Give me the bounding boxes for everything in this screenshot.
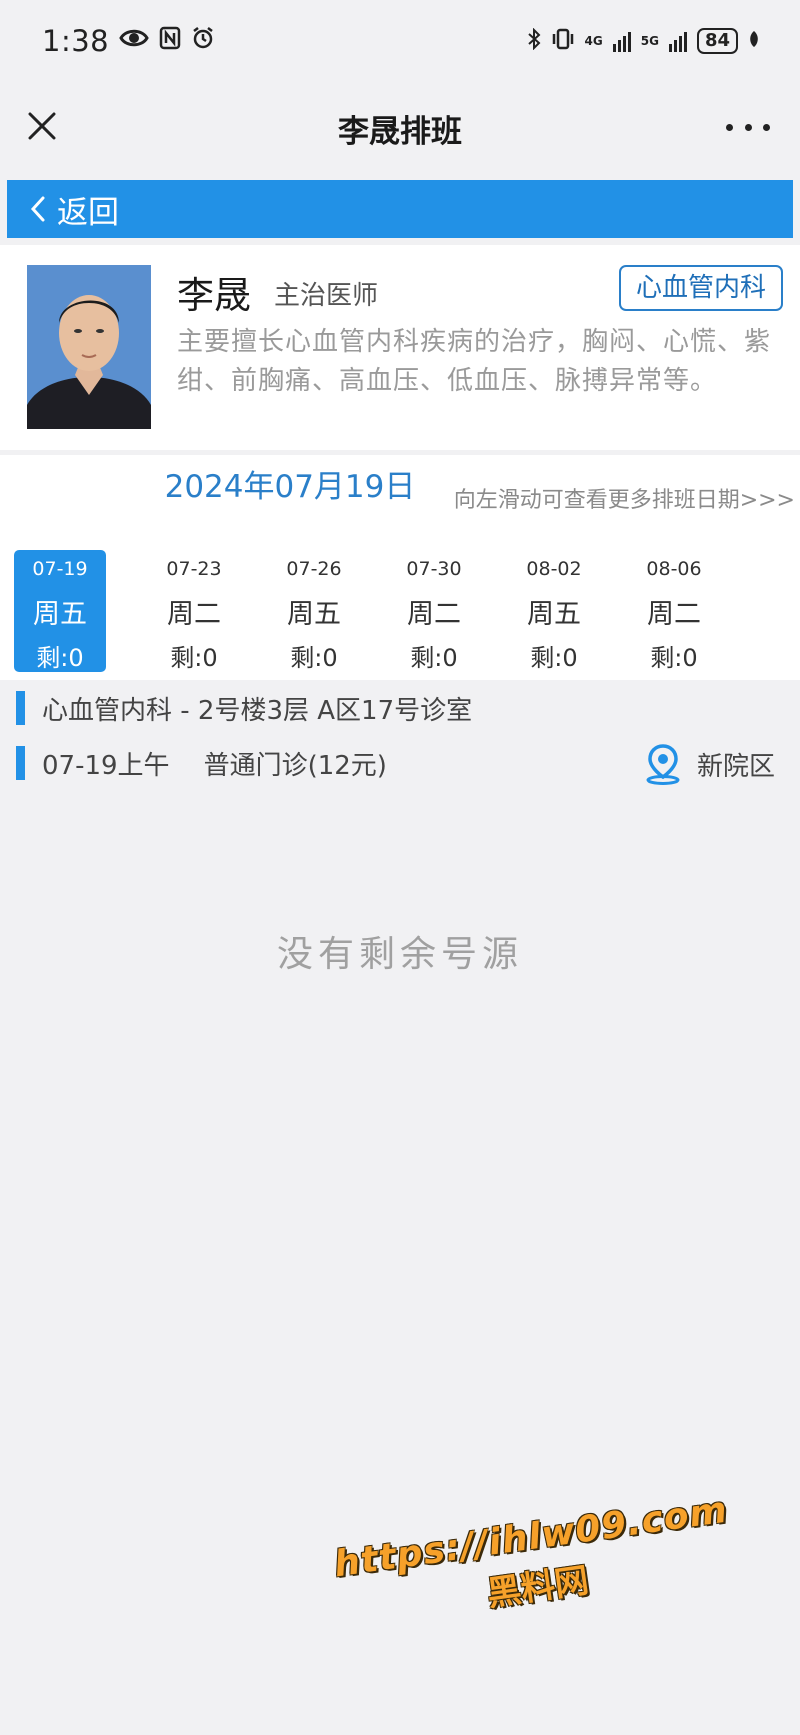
- session-type: 普通门诊(12元): [203, 750, 387, 781]
- dot-icon: [763, 123, 770, 131]
- date-item[interactable]: 08-02 周五剩:0: [494, 550, 614, 672]
- nfc-icon: [159, 26, 181, 56]
- bluetooth-icon: [527, 27, 541, 55]
- date-label: 07-30: [406, 558, 462, 580]
- network-label-2: 5G: [640, 34, 659, 48]
- page-title: 李晟排班: [338, 113, 462, 150]
- accent-bar: [16, 691, 25, 725]
- schedule-section: 2024年07月19日 向左滑动可查看更多排班日期>>> 07-19 周五 剩:0 0…: [0, 455, 800, 680]
- back-label: 返回: [57, 194, 119, 231]
- date-label: 07-26: [286, 558, 342, 580]
- status-right: 4G 5G 84: [527, 27, 760, 55]
- date-item[interactable]: 07-30 周二剩:0: [374, 550, 494, 672]
- remaining-count: 剩:0: [36, 644, 84, 672]
- session-time: 07-19上午: [42, 750, 170, 781]
- remaining-count: 剩:0: [290, 644, 338, 672]
- vibrate-icon: [551, 28, 575, 55]
- weekday-label: 周五: [527, 599, 581, 630]
- remaining-count: 剩:0: [410, 644, 458, 672]
- doctor-card: 李晟 主治医师 心血管内科 主要擅长心血管内科疾病的治疗，胸闷、心慌、紫绀、前胸…: [0, 245, 800, 450]
- more-menu-button[interactable]: [726, 112, 770, 142]
- status-bar: 1:38 4G 5G 84: [0, 0, 800, 82]
- location-pin-icon: [643, 743, 683, 785]
- signal-icon: [668, 30, 687, 52]
- dot-icon: [726, 123, 733, 131]
- doctor-title: 主治医师: [274, 281, 379, 311]
- location-text: 心血管内科 - 2号楼3层 A区17号诊室: [42, 695, 473, 726]
- date-item[interactable]: 07-19 周五剩:0: [14, 550, 106, 672]
- back-button[interactable]: 返回: [7, 180, 793, 238]
- date-label: 07-19: [32, 558, 88, 580]
- chevron-left-icon: [30, 196, 45, 222]
- weekday-label: 周五: [287, 599, 341, 630]
- doctor-name: 李晟: [177, 274, 251, 317]
- session-row: 07-19上午 普通门诊(12元): [16, 743, 387, 783]
- campus-label: 新院区: [696, 751, 775, 782]
- date-label: 07-23: [166, 558, 222, 580]
- weekday-label: 周二: [647, 599, 701, 630]
- date-item[interactable]: 07-26 周五剩:0: [254, 550, 374, 672]
- remaining-count: 剩:0: [170, 644, 218, 672]
- watermark: https://ihlw09.com 黑料网: [330, 1489, 746, 1683]
- close-icon: [28, 112, 56, 140]
- alarm-icon: [191, 26, 215, 56]
- weekday-label: 周二: [167, 599, 221, 630]
- signal-icon: [612, 30, 631, 52]
- doctor-description: 主要擅长心血管内科疾病的治疗，胸闷、心慌、紫绀、前胸痛、高血压、低血压、脉搏异常…: [177, 327, 772, 396]
- campus-button[interactable]: 新院区: [643, 741, 775, 787]
- leaf-icon: [748, 29, 760, 53]
- network-label-1: 4G: [584, 34, 603, 48]
- battery-level: 84: [696, 28, 738, 54]
- weekday-label: 周五: [33, 599, 87, 630]
- remaining-count: 剩:0: [650, 644, 698, 672]
- date-item[interactable]: 07-23 周二剩:0: [134, 550, 254, 672]
- date-label: 08-02: [526, 558, 582, 580]
- status-left: 1:38: [42, 24, 215, 58]
- remaining-count: 剩:0: [530, 644, 578, 672]
- eye-icon: [119, 27, 149, 55]
- date-label: 08-06: [646, 558, 702, 580]
- accent-bar: [16, 746, 25, 780]
- location-row: 心血管内科 - 2号楼3层 A区17号诊室: [16, 688, 472, 728]
- title-bar: 李晟排班: [0, 92, 800, 164]
- status-time: 1:38: [42, 24, 110, 58]
- empty-message: 没有剩余号源: [276, 934, 523, 975]
- department-badge: 心血管内科: [618, 265, 783, 311]
- weekday-label: 周二: [407, 599, 461, 630]
- dot-icon: [744, 123, 752, 131]
- doctor-avatar: [27, 265, 151, 429]
- swipe-hint: 向左滑动可查看更多排班日期>>>: [453, 488, 795, 513]
- date-list: 07-19 周五剩:0 07-23 周二剩:0 07-26 周五剩:0 07-30 周二剩:0…: [14, 550, 734, 672]
- date-item[interactable]: 08-06 周二剩:0: [614, 550, 734, 672]
- close-button[interactable]: [22, 106, 62, 146]
